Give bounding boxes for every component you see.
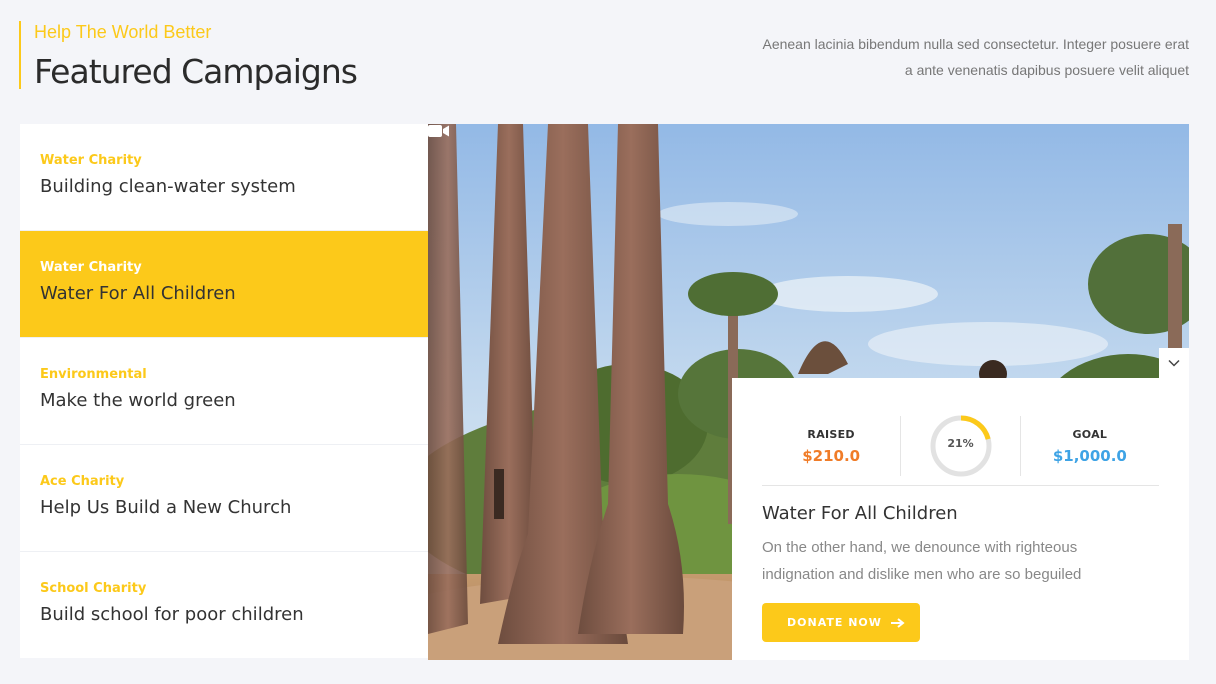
campaign-title: Building clean-water system [40,176,296,197]
campaign-list: Water Charity Building clean-water syste… [20,124,428,658]
raised-label: RAISED [807,427,855,441]
campaign-item[interactable]: Ace Charity Help Us Build a New Church [20,445,428,552]
section-subtitle: Help The World Better [34,22,212,42]
progress-ring: 21% [901,415,1019,477]
section-title: Featured Campaigns [34,52,358,91]
goal-label: GOAL [1072,427,1108,441]
card-title: Water For All Children [762,503,958,524]
card-description: On the other hand, we denounce with righ… [762,539,1082,583]
video-camera-icon[interactable] [428,124,450,138]
section-header: Help The World Better Featured Campaigns [19,21,358,91]
campaign-title: Help Us Build a New Church [40,497,292,518]
donate-label: DONATE NOW [787,616,882,629]
collapse-toggle[interactable] [1159,348,1189,378]
goal-value: $1,000.0 [1052,446,1127,465]
chevron-down-icon [1168,359,1180,367]
campaign-category: Ace Charity [40,474,125,489]
campaign-card: RAISED $210.0 21% GOAL $1,000.0 Water Fo… [732,378,1189,660]
raised-stat: RAISED $210.0 [762,428,900,465]
campaign-category: Water Charity [40,260,142,275]
raised-value: $210.0 [802,446,861,465]
campaign-title: Water For All Children [40,283,236,304]
campaign-item[interactable]: School Charity Build school for poor chi… [20,552,428,658]
campaign-title: Make the world green [40,390,236,411]
campaign-category: Water Charity [40,153,142,168]
donation-stats: RAISED $210.0 21% GOAL $1,000.0 [762,407,1159,486]
arrow-right-icon [890,617,905,628]
campaign-item[interactable]: Water Charity Building clean-water syste… [20,124,428,231]
campaign-title: Build school for poor children [40,604,304,625]
goal-stat: GOAL $1,000.0 [1021,428,1159,465]
progress-percent: 21% [947,437,974,450]
description-line-2: a ante venenatis dapibus posuere velit a… [904,62,1189,78]
campaign-item[interactable]: Environmental Make the world green [20,338,428,445]
campaign-item-active[interactable]: Water Charity Water For All Children [20,231,428,338]
description-line-1: Aenean lacinia bibendum nulla sed consec… [762,36,1189,52]
section-description: Aenean lacinia bibendum nulla sed consec… [719,31,1189,83]
campaign-category: Environmental [40,367,147,382]
donate-now-button[interactable]: DONATE NOW [762,603,920,642]
campaign-category: School Charity [40,581,147,596]
